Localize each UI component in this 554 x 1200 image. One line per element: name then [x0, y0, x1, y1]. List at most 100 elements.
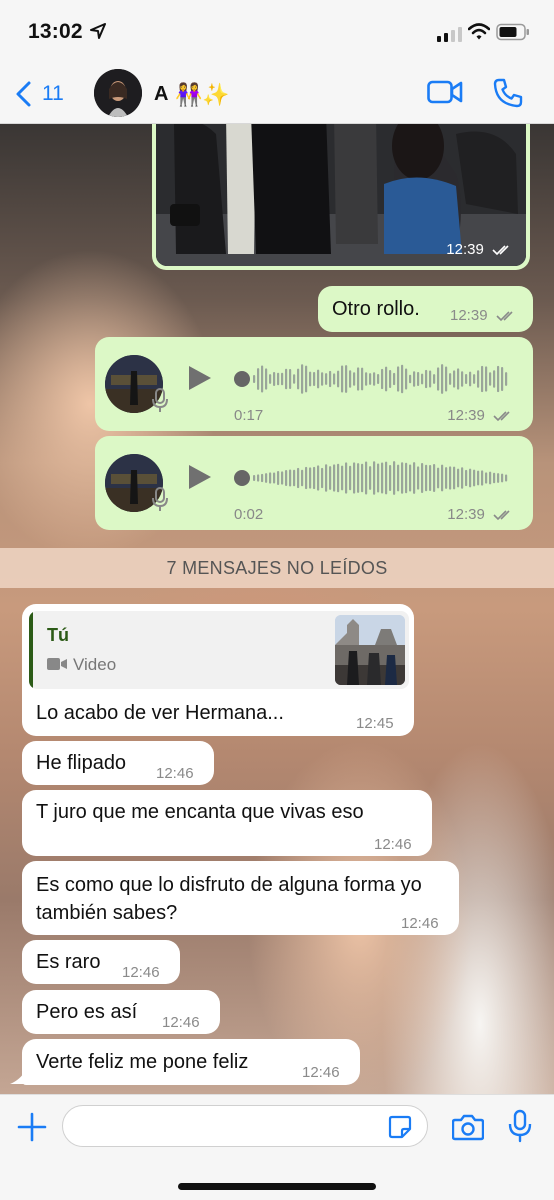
- image-attachment[interactable]: 12:39: [156, 124, 526, 266]
- waveform-bar: [313, 466, 316, 490]
- microphone-icon[interactable]: [508, 1109, 532, 1143]
- incoming-message[interactable]: Pero es así 12:46: [22, 990, 220, 1034]
- waveform-bar: [413, 462, 416, 494]
- read-ticks-icon: [493, 411, 510, 422]
- message-time: 12:46: [122, 964, 160, 981]
- incoming-reply-message[interactable]: Tú Video Lo acabo de ver Hermana... 12:4…: [22, 604, 414, 736]
- waveform[interactable]: [253, 460, 513, 496]
- play-icon[interactable]: [187, 364, 213, 392]
- waveform-bar: [493, 472, 496, 484]
- message-time: 12:46: [162, 1014, 200, 1031]
- phone-icon[interactable]: [492, 77, 524, 109]
- waveform[interactable]: [253, 361, 513, 397]
- waveform-bar: [453, 370, 456, 388]
- waveform-bar: [481, 470, 484, 486]
- contact-avatar[interactable]: [94, 69, 142, 117]
- waveform-bar: [457, 468, 460, 488]
- outgoing-message[interactable]: Otro rollo. 12:39: [318, 286, 533, 332]
- waveform-bar: [325, 464, 328, 492]
- waveform-bar: [285, 368, 288, 390]
- waveform-bar: [257, 368, 260, 390]
- quoted-thumbnail: [335, 615, 405, 685]
- home-indicator[interactable]: [178, 1183, 376, 1190]
- waveform-bar: [265, 368, 268, 390]
- composer-bar: [0, 1094, 554, 1200]
- incoming-message[interactable]: He flipado 12:46: [22, 741, 214, 785]
- message-time: 12:46: [374, 836, 412, 853]
- plus-icon[interactable]: [17, 1112, 47, 1142]
- wifi-icon: [468, 23, 490, 40]
- chat-header: 11 A 👭✨: [0, 62, 554, 124]
- waveform-bar: [257, 474, 260, 482]
- contact-name[interactable]: A: [154, 83, 168, 106]
- message-text: Pero es así: [36, 1001, 138, 1023]
- waveform-bar: [393, 372, 396, 386]
- waveform-bar: [305, 365, 308, 393]
- waveform-bar: [421, 373, 424, 385]
- voice-message[interactable]: 0:02 12:39: [95, 436, 533, 530]
- waveform-bar: [501, 473, 504, 483]
- waveform-bar: [365, 372, 368, 386]
- incoming-message[interactable]: Verte feliz me pone feliz 12:46: [22, 1039, 360, 1085]
- waveform-bar: [429, 370, 432, 388]
- waveform-bar: [469, 468, 472, 488]
- read-ticks-icon: [492, 245, 509, 256]
- message-text: Otro rollo.: [332, 298, 420, 320]
- waveform-bar: [265, 473, 268, 483]
- waveform-bar: [405, 462, 408, 494]
- waveform-bar: [277, 372, 280, 386]
- waveform-bar: [397, 464, 400, 492]
- contact-emoji: 👭✨: [175, 82, 230, 107]
- waveform-bar: [389, 369, 392, 389]
- message-meta: 12:39: [450, 304, 518, 328]
- video-camera-icon[interactable]: [427, 79, 463, 105]
- waveform-bar: [321, 467, 324, 489]
- waveform-bar: [485, 472, 488, 484]
- incoming-message[interactable]: T juro que me encanta que vivas eso 12:4…: [22, 790, 432, 856]
- waveform-bar: [253, 375, 256, 383]
- unread-messages-banner: 7 MENSAJES NO LEÍDOS: [0, 548, 554, 588]
- waveform-bar: [453, 466, 456, 490]
- camera-icon[interactable]: [452, 1113, 484, 1141]
- waveform-bar: [377, 463, 380, 493]
- waveform-bar: [417, 372, 420, 386]
- chevron-left-icon: [16, 81, 31, 107]
- waveform-bar: [261, 365, 264, 393]
- waveform-bar: [481, 365, 484, 393]
- playback-position[interactable]: [234, 371, 250, 387]
- message-meta: 12:39: [446, 241, 514, 258]
- chat-area[interactable]: 12:39 Otro rollo. 12:39 0:17 12:39 0:02 …: [0, 124, 554, 1094]
- sticker-icon[interactable]: [388, 1115, 412, 1139]
- waveform-bar: [401, 462, 404, 494]
- message-text: Es raro: [36, 951, 101, 973]
- message-input[interactable]: [62, 1105, 428, 1147]
- waveform-bar: [357, 463, 360, 493]
- waveform-bar: [337, 370, 340, 388]
- waveform-bar: [425, 464, 428, 492]
- waveform-bar: [373, 372, 376, 386]
- waveform-bar: [457, 368, 460, 390]
- back-button[interactable]: 11: [14, 79, 64, 109]
- waveform-bar: [333, 464, 336, 492]
- waveform-bar: [341, 365, 344, 393]
- waveform-bar: [301, 469, 304, 487]
- voice-message[interactable]: 0:17 12:39: [95, 337, 533, 431]
- incoming-message[interactable]: Es raro 12:46: [22, 940, 180, 984]
- incoming-message[interactable]: Es como que lo disfruto de alguna forma …: [22, 861, 459, 935]
- waveform-bar: [413, 371, 416, 387]
- play-icon[interactable]: [187, 463, 213, 491]
- waveform-bar: [281, 471, 284, 485]
- message-time: 12:45: [356, 715, 394, 732]
- waveform-bar: [393, 461, 396, 495]
- playback-position[interactable]: [234, 470, 250, 486]
- waveform-bar: [449, 466, 452, 490]
- waveform-bar: [505, 372, 508, 386]
- quoted-message[interactable]: Tú Video: [29, 611, 409, 689]
- waveform-bar: [281, 372, 284, 386]
- waveform-bar: [433, 464, 436, 492]
- waveform-bar: [317, 369, 320, 389]
- image-message[interactable]: 12:39: [152, 124, 530, 270]
- waveform-bar: [309, 371, 312, 387]
- waveform-bar: [365, 461, 368, 495]
- voice-duration: 0:02: [234, 506, 264, 523]
